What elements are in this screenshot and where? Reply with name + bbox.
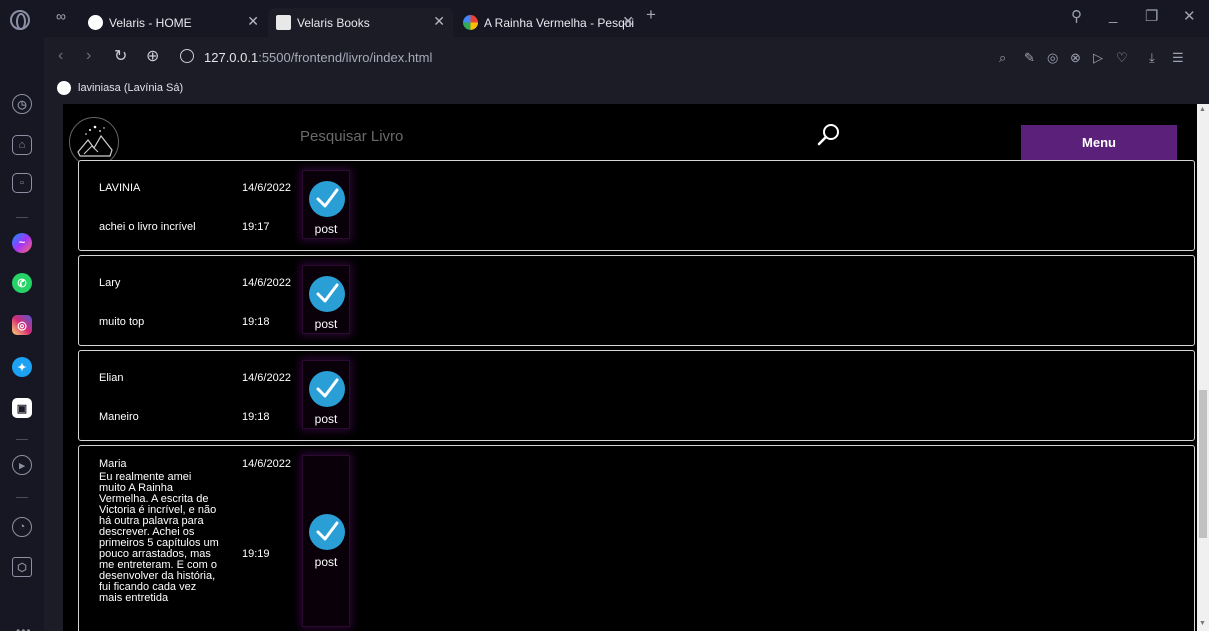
- twitter-icon[interactable]: ✦: [12, 357, 32, 377]
- menu-button[interactable]: Menu: [1021, 125, 1177, 160]
- bookmark-github[interactable]: laviniasa (Lavínia Sá): [78, 82, 183, 94]
- comment-text: Maneiro: [99, 411, 139, 423]
- site-info-icon[interactable]: [180, 49, 194, 63]
- adblock-icon[interactable]: ⊗: [1070, 50, 1081, 66]
- sidebar-divider: [16, 497, 28, 498]
- bookmarks-bar: laviniasa (Lavínia Sá): [44, 79, 1209, 101]
- whatsapp-icon[interactable]: ✆: [12, 273, 32, 293]
- discord-icon[interactable]: ▣: [12, 398, 32, 418]
- search-input[interactable]: Pesquisar Livro: [300, 128, 403, 145]
- tab-velaris-home[interactable]: Velaris - HOME ✕: [80, 8, 267, 37]
- comment-text: Eu realmente amei muito A Rainha Vermelh…: [99, 471, 219, 604]
- sidebar: ◷ ⌂ ▫ ~ ✆ ◎ ✦ ▣ ▸ ◔ ⬡ •••: [0, 37, 44, 631]
- close-tab-icon[interactable]: ✕: [247, 13, 259, 30]
- search-tabs-icon[interactable]: ⚲: [1071, 7, 1082, 25]
- edit-icon[interactable]: ✎: [1024, 50, 1035, 66]
- scroll-up-icon[interactable]: ▲: [1199, 106, 1206, 113]
- reload-icon[interactable]: ↻: [114, 46, 127, 66]
- comment-author: Lary: [99, 277, 121, 289]
- easy-setup-icon[interactable]: ☰: [1172, 50, 1184, 66]
- download-icon[interactable]: ⤓: [1149, 50, 1155, 66]
- comment-card: LAVINIA 14/6/2022 achei o livro incrível…: [78, 160, 1195, 251]
- tab-strip: ∞ Velaris - HOME ✕ Velaris Books ✕ A Rai…: [0, 0, 1209, 37]
- twitch-icon[interactable]: ▫: [12, 173, 32, 193]
- snapshot-icon[interactable]: ◎: [1047, 50, 1058, 66]
- tab-islands-icon[interactable]: ∞: [56, 8, 66, 24]
- comment-card: Lary 14/6/2022 muito top 19:18 post: [78, 255, 1195, 346]
- comment-text: muito top: [99, 316, 145, 328]
- sidebar-divider: [16, 439, 28, 440]
- player-icon[interactable]: ▸: [12, 455, 32, 475]
- search-icon[interactable]: [816, 122, 842, 148]
- check-icon: [309, 514, 345, 550]
- comment-author: Elian: [99, 372, 124, 384]
- comment-text: achei o livro incrível: [99, 221, 196, 233]
- velaris-favicon-icon: [88, 15, 103, 30]
- more-icon[interactable]: •••: [16, 624, 32, 631]
- speed-dial-icon[interactable]: ⊕: [146, 46, 159, 66]
- forward-icon[interactable]: ›: [86, 47, 91, 65]
- close-tab-icon[interactable]: ✕: [433, 13, 445, 30]
- comment-time: 19:18: [242, 316, 270, 328]
- comment-card: Elian 14/6/2022 Maneiro 19:18 post: [78, 350, 1195, 441]
- comment-date: 14/6/2022: [242, 277, 291, 289]
- tab-rainha-vermelha[interactable]: A Rainha Vermelha - Pesqui ✕: [455, 8, 642, 37]
- address-bar: ‹ › ↻ ⊕ 127.0.0.1:5500/frontend/livro/in…: [44, 37, 1209, 79]
- page-viewport: Pesquisar Livro Menu LAVINIA 14/6/2022 a…: [63, 104, 1197, 631]
- comment-author: LAVINIA: [99, 182, 141, 194]
- check-icon: [309, 181, 345, 217]
- comment-time: 19:19: [242, 548, 270, 560]
- search-page-icon[interactable]: ⌕: [999, 50, 1006, 66]
- comment-time: 19:18: [242, 411, 270, 423]
- post-button[interactable]: post: [302, 360, 350, 429]
- instagram-icon[interactable]: ◎: [12, 315, 32, 335]
- new-tab-icon[interactable]: +: [646, 5, 656, 25]
- close-window-icon[interactable]: ✕: [1183, 7, 1196, 25]
- extensions-icon[interactable]: ⬡: [12, 557, 32, 577]
- send-icon[interactable]: ▷: [1093, 50, 1103, 66]
- comment-time: 19:17: [242, 221, 270, 233]
- history-icon[interactable]: ◔: [12, 517, 32, 537]
- google-favicon-icon: [463, 15, 478, 30]
- comment-date: 14/6/2022: [242, 372, 291, 384]
- restore-icon[interactable]: ❐: [1145, 7, 1158, 25]
- url-field[interactable]: 127.0.0.1:5500/frontend/livro/index.html: [204, 50, 432, 65]
- comment-author: Maria: [99, 458, 127, 470]
- sidebar-divider: [16, 217, 28, 218]
- check-icon: [309, 371, 345, 407]
- tab-velaris-books[interactable]: Velaris Books ✕: [268, 8, 453, 37]
- page-scrollbar[interactable]: ▲ ▼: [1197, 104, 1209, 631]
- back-icon[interactable]: ‹: [58, 47, 63, 65]
- github-icon: [57, 81, 71, 95]
- check-icon: [309, 276, 345, 312]
- comment-date: 14/6/2022: [242, 182, 291, 194]
- opera-menu-icon[interactable]: [10, 10, 30, 30]
- scrollbar-thumb[interactable]: [1199, 390, 1207, 538]
- speed-dial-sidebar-icon[interactable]: ◷: [12, 94, 32, 114]
- post-button[interactable]: post: [302, 265, 350, 334]
- minimize-icon[interactable]: _: [1109, 7, 1117, 24]
- browser-window: ∞ Velaris - HOME ✕ Velaris Books ✕ A Rai…: [0, 0, 1209, 631]
- close-tab-icon[interactable]: ✕: [622, 13, 634, 30]
- post-button[interactable]: post: [302, 170, 350, 239]
- messenger-icon[interactable]: ~: [12, 233, 32, 253]
- comment-date: 14/6/2022: [242, 458, 291, 470]
- comment-card: Maria 14/6/2022 Eu realmente amei muito …: [78, 445, 1195, 631]
- post-button[interactable]: post: [302, 455, 350, 627]
- heart-icon[interactable]: ♡: [1116, 50, 1128, 66]
- shopping-bag-icon[interactable]: ⌂: [12, 135, 32, 155]
- books-favicon-icon: [276, 15, 291, 30]
- scroll-down-icon[interactable]: ▼: [1199, 620, 1206, 627]
